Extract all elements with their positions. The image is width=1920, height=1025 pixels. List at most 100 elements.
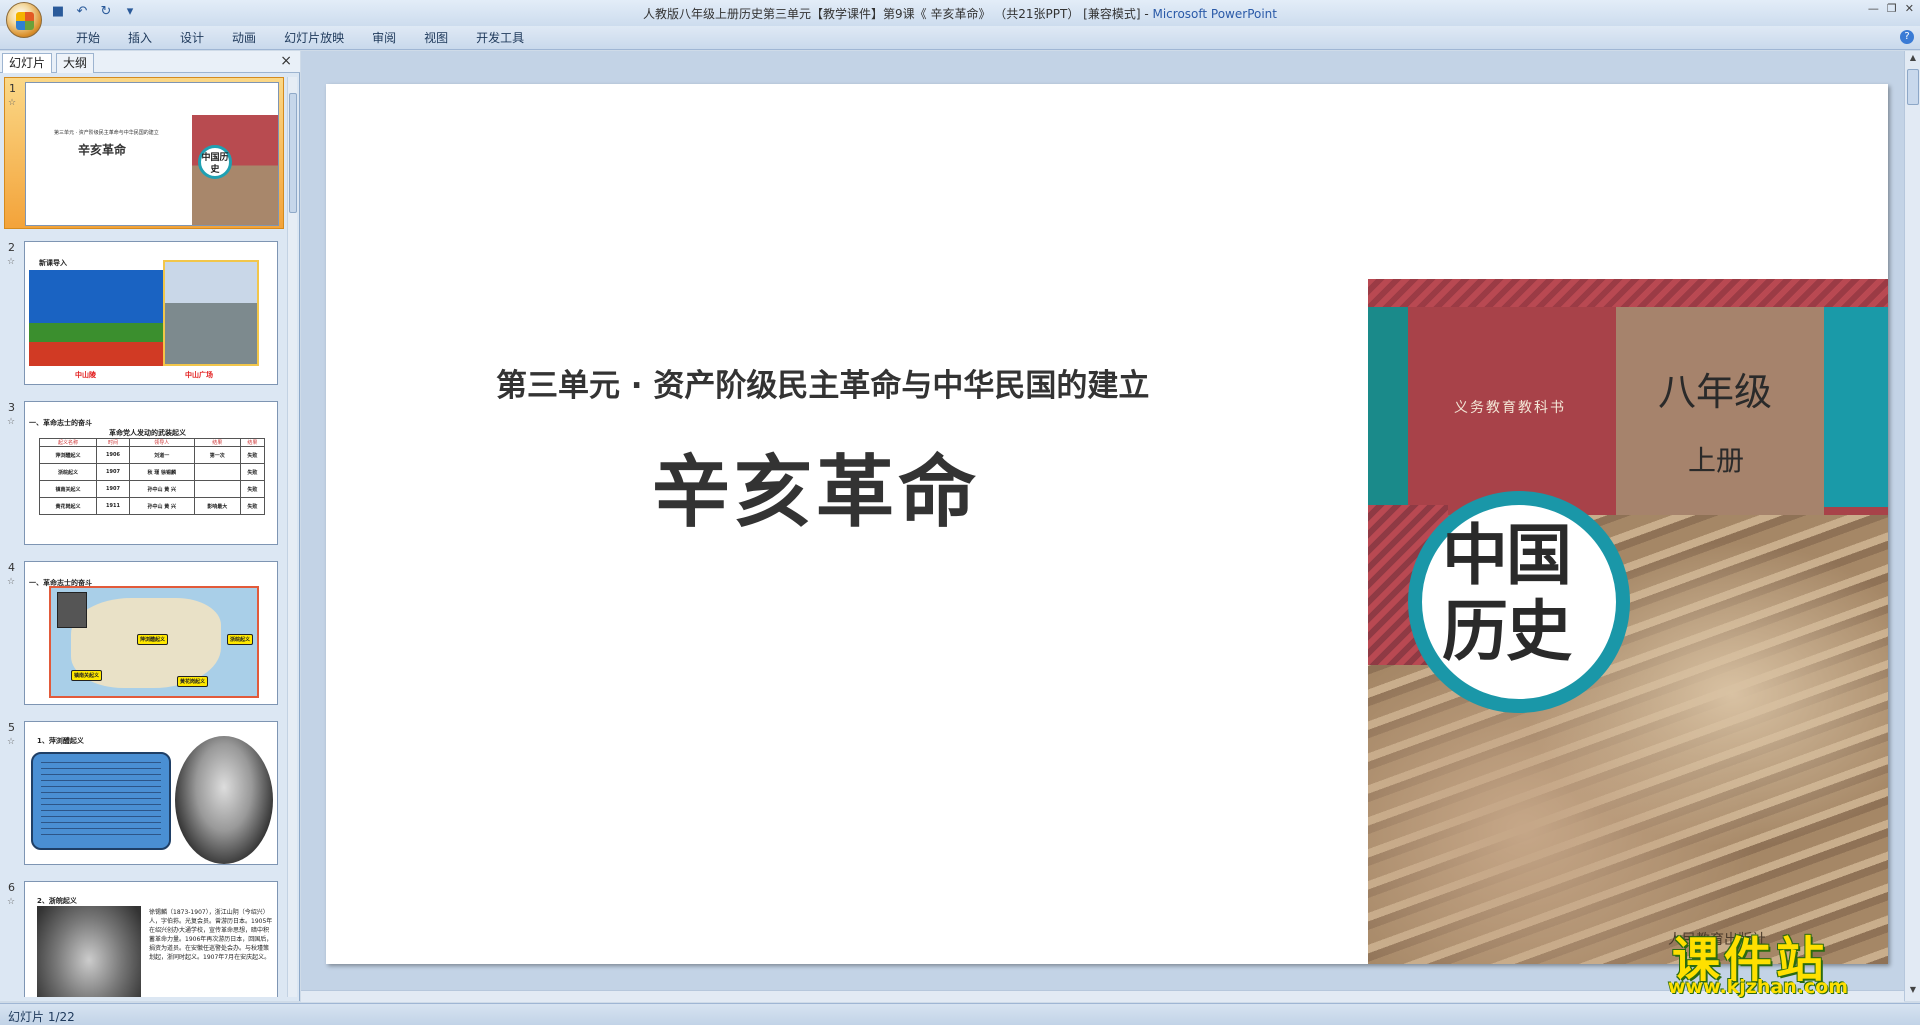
animation-star-icon: ☆ <box>7 897 16 907</box>
window-title: 人教版八年级上册历史第三单元【教学课件】第9课《 辛亥革命》 （共21张PPT）… <box>0 5 1920 22</box>
thumbnail-number: 1 <box>9 82 16 95</box>
thumbnail-canvas: 1、萍浏醴起义 <box>24 721 278 865</box>
scroll-thumb[interactable] <box>1907 69 1919 105</box>
animation-star-icon: ☆ <box>7 257 16 267</box>
tab-home[interactable]: 开始 <box>62 30 114 46</box>
pane-scrollbar[interactable] <box>287 77 297 997</box>
cover-stripes <box>1368 279 1888 307</box>
table-title: 革命党人发动的武装起义 <box>109 429 186 437</box>
vertical-scrollbar[interactable]: ▲ ▼ <box>1904 51 1920 1001</box>
table-cell: 失败 <box>239 497 266 515</box>
office-button[interactable] <box>6 2 42 38</box>
tab-animation[interactable]: 动画 <box>218 30 270 46</box>
thumbnail-heading: 2、浙皖起义 <box>37 897 77 905</box>
table-cell: 1907 <box>96 480 130 498</box>
table-cell: 1906 <box>96 446 130 464</box>
map-label: 黄花岗起义 <box>177 676 209 687</box>
watermark: 课件站 www.kjzhan.com <box>1664 920 1900 998</box>
pane-tabs: 幻灯片 大纲 × <box>0 51 300 73</box>
table-cell: 1911 <box>96 497 130 515</box>
ribbon: 开始 插入 设计 动画 幻灯片放映 审阅 视图 开发工具 ? <box>0 26 1920 50</box>
cover-teal-left <box>1368 307 1408 507</box>
uprising-table: 起义名称 时间 领导人 结果 结果 萍浏醴起义 1906 刘道一 第一次 失败 <box>38 438 266 515</box>
table-cell <box>193 480 241 498</box>
slide-thumbnail-6[interactable]: 6 ☆ 2、浙皖起义 徐锡麟（1873-1907），浙江山阴（今绍兴）人，字伯荪… <box>4 877 284 997</box>
table-cell: 影响最大 <box>193 497 241 515</box>
table-row: 黄花岗起义 1911 孙中山 黄 兴 影响最大 失败 <box>38 497 266 515</box>
slide-thumbnail-1[interactable]: 1 ☆ 第三单元 · 资产阶级民主革命与中华民国的建立 辛亥革命 中国历史 <box>4 77 284 229</box>
thumbnail-number: 2 <box>8 241 15 254</box>
tab-outline[interactable]: 大纲 <box>56 53 95 73</box>
portrait-photo <box>175 736 273 864</box>
tab-view[interactable]: 视图 <box>410 30 462 46</box>
portrait-photo <box>57 592 87 628</box>
tab-design[interactable]: 设计 <box>166 30 218 46</box>
map-label: 镇南关起义 <box>71 670 103 681</box>
animation-star-icon: ☆ <box>7 577 16 587</box>
cover-circle-text: 中国历史 <box>198 145 232 179</box>
table-cell <box>193 463 241 481</box>
window-title-app: Microsoft PowerPoint <box>1152 7 1277 21</box>
slide-thumbnail-4[interactable]: 4 ☆ 一、革命志士的奋斗 萍浏醴起义 浙皖起义 镇南关起义 黄花岗起义 <box>4 557 284 709</box>
title-bar: ■ ↶ ↻ ▾ 人教版八年级上册历史第三单元【教学课件】第9课《 辛亥革命》 （… <box>0 0 1920 38</box>
slide-thumbnail-2[interactable]: 2 ☆ 新课导入 中山陵 中山广场 <box>4 237 284 389</box>
thumbnail-canvas: 第三单元 · 资产阶级民主革命与中华民国的建立 辛亥革命 中国历史 <box>25 82 279 226</box>
pane-scroll-thumb[interactable] <box>289 93 297 213</box>
caption-right: 中山广场 <box>185 371 213 379</box>
table-cell: 结果 <box>239 438 266 447</box>
tab-developer[interactable]: 开发工具 <box>462 30 538 46</box>
thumbnail-subtitle: 第三单元 · 资产阶级民主革命与中华民国的建立 <box>54 130 159 136</box>
table-cell: 结果 <box>193 438 241 447</box>
scroll-down-icon[interactable]: ▼ <box>1907 985 1919 997</box>
minimize-icon[interactable]: — <box>1868 2 1879 15</box>
table-cell: 起义名称 <box>38 438 98 447</box>
slide-indicator: 幻灯片 1/22 <box>8 1010 75 1024</box>
current-slide[interactable]: 第三单元 · 资产阶级民主革命与中华民国的建立 辛亥革命 义务教育教科书 八年级… <box>326 84 1888 964</box>
thumbnail-number: 6 <box>8 881 15 894</box>
mausoleum-photo <box>29 270 163 366</box>
map-label: 浙皖起义 <box>227 634 254 645</box>
table-cell: 孙中山 黄 兴 <box>128 497 195 515</box>
thumbnail-title: 辛亥革命 <box>78 143 127 157</box>
lesson-title[interactable]: 辛亥革命 <box>652 430 980 542</box>
tab-slideshow[interactable]: 幻灯片放映 <box>270 30 358 46</box>
close-icon[interactable]: ✕ <box>1905 2 1914 15</box>
table-cell: 第一次 <box>193 446 241 464</box>
table-cell: 失败 <box>239 446 266 464</box>
cover-series-text: 义务教育教科书 <box>1454 400 1566 416</box>
office-logo-icon <box>16 12 34 30</box>
table-cell: 失败 <box>239 463 266 481</box>
table-cell: 镇南关起义 <box>38 480 98 498</box>
slide-thumbnail-5[interactable]: 5 ☆ 1、萍浏醴起义 <box>4 717 284 869</box>
scroll-up-icon[interactable]: ▲ <box>1907 53 1919 65</box>
tab-insert[interactable]: 插入 <box>114 30 166 46</box>
thumbnail-number: 5 <box>8 721 15 734</box>
textbook-cover-image[interactable]: 义务教育教科书 八年级 上册 中国历史 人民教育出版社 <box>1368 279 1888 964</box>
table-cell: 时间 <box>96 438 130 447</box>
window-controls: — ❐ ✕ <box>1868 2 1914 15</box>
thumbnail-heading: 1、萍浏醴起义 <box>37 737 84 745</box>
animation-star-icon: ☆ <box>8 98 17 108</box>
table-cell: 领导人 <box>128 438 195 447</box>
restore-icon[interactable]: ❐ <box>1887 2 1897 15</box>
unit-title[interactable]: 第三单元 · 资产阶级民主革命与中华民国的建立 <box>496 360 1149 405</box>
table-cell: 秋 瑾 徐锡麟 <box>128 463 195 481</box>
slides-pane: 幻灯片 大纲 × 1 ☆ 第三单元 · 资产阶级民主革命与中华民国的建立 辛亥革… <box>0 51 300 1001</box>
table-cell: 孙中山 黄 兴 <box>128 480 195 498</box>
thumbnail-canvas: 2、浙皖起义 徐锡麟（1873-1907），浙江山阴（今绍兴）人，字伯荪。光复会… <box>24 881 278 997</box>
table-header-row: 起义名称 时间 领导人 结果 结果 <box>38 438 266 447</box>
thumbnail-number: 3 <box>8 401 15 414</box>
table-row: 浙皖起义 1907 秋 瑾 徐锡麟 失败 <box>38 463 266 481</box>
slide-thumbnail-3[interactable]: 3 ☆ 一、革命志士的奋斗 革命党人发动的武装起义 起义名称 时间 领导人 结果… <box>4 397 284 549</box>
tab-review[interactable]: 审阅 <box>358 30 410 46</box>
table-cell: 1907 <box>96 463 130 481</box>
table-cell: 萍浏醴起义 <box>38 446 98 464</box>
window-title-doc: 人教版八年级上册历史第三单元【教学课件】第9课《 辛亥革命》 （共21张PPT）… <box>643 7 1153 21</box>
tab-slides[interactable]: 幻灯片 <box>2 53 53 73</box>
thumbnail-heading: 新课导入 <box>39 259 67 267</box>
pane-close-icon[interactable]: × <box>280 53 292 69</box>
map-label: 萍浏醴起义 <box>137 634 169 645</box>
status-bar: 幻灯片 1/22 <box>0 1003 1920 1025</box>
cover-teal-right <box>1824 307 1888 507</box>
help-icon[interactable]: ? <box>1900 30 1914 44</box>
